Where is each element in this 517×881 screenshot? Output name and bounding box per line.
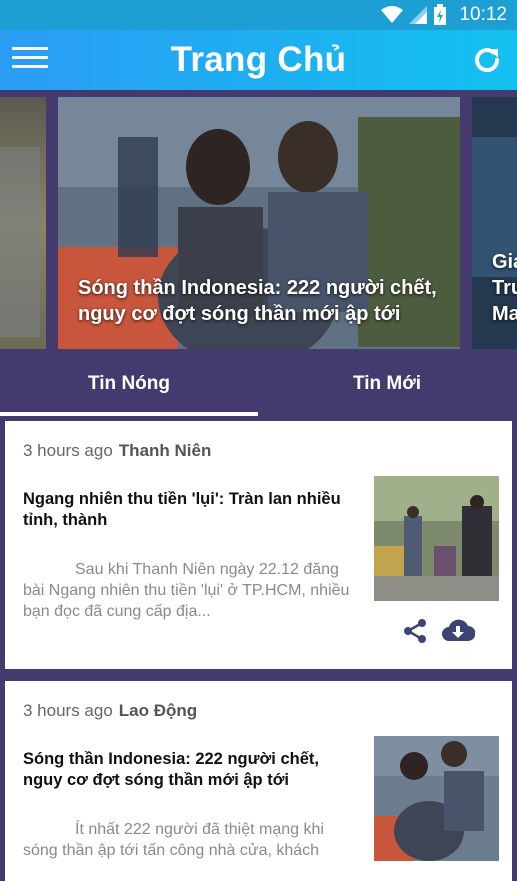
article-time: 3 hours ago — [23, 441, 113, 460]
tab-hot-news[interactable]: Tin Nóng — [0, 356, 258, 416]
status-icons: 10:12 — [381, 0, 507, 30]
battery-charging-icon — [434, 4, 447, 25]
status-bar: 10:12 — [0, 0, 517, 30]
article-summary: Ít nhất 222 người đã thiệt mạng khi sóng… — [23, 821, 324, 859]
article-meta: 3 hours ago Lao Động — [23, 701, 197, 721]
slide-caption: Sóng thần Indonesia: 222 người chết, ngu… — [78, 277, 437, 325]
article-thumbnail-image — [374, 476, 499, 601]
signal-icon — [409, 6, 428, 24]
article-card[interactable]: 3 hours ago Thanh Niên Ngang nhiên thu ti… — [5, 421, 512, 669]
tab-latest-news[interactable]: Tin Mới — [258, 356, 516, 416]
article-meta: 3 hours ago Thanh Niên — [23, 441, 211, 461]
article-title[interactable]: Ngang nhiên thu tiền 'lụi': Tràn lan nhi… — [23, 489, 348, 531]
status-clock: 10:12 — [459, 4, 507, 25]
refresh-icon — [475, 48, 500, 73]
active-tab-indicator — [0, 412, 258, 416]
carousel-slide-previous[interactable] — [0, 97, 46, 349]
article-summary: Sau khi Thanh Niên ngày 22.12 đăng bài N… — [23, 561, 350, 620]
carousel-slide-current[interactable]: Sóng thần Indonesia: 222 người chết, ngu… — [58, 97, 460, 349]
cloud-download-icon — [442, 619, 476, 641]
article-card[interactable]: 3 hours ago Lao Động Sóng thần Indonesia:… — [5, 681, 512, 881]
download-button[interactable] — [441, 617, 476, 645]
page-title: Trang Chủ — [170, 40, 347, 79]
share-button[interactable] — [401, 617, 429, 645]
app-bar: Trang Chủ — [0, 30, 517, 90]
article-thumbnail-image — [374, 736, 499, 861]
wifi-icon — [381, 6, 404, 23]
article-source: Lao Động — [118, 701, 198, 720]
refresh-button[interactable] — [471, 44, 503, 76]
article-source: Thanh Niên — [118, 441, 212, 460]
article-thumbnail[interactable] — [374, 476, 499, 601]
featured-carousel[interactable]: Sóng thần Indonesia: 222 người chết, ngu… — [0, 97, 517, 352]
article-time: 3 hours ago — [23, 701, 113, 720]
share-icon — [404, 619, 426, 643]
article-thumbnail[interactable] — [374, 736, 499, 861]
slide-caption: Giá Trư Ma — [492, 251, 517, 325]
tab-bar: Tin Nóng Tin Mới — [0, 356, 517, 416]
article-title[interactable]: Sóng thần Indonesia: 222 người chết, ngu… — [23, 749, 348, 791]
slide-image — [0, 147, 40, 337]
carousel-slide-next[interactable]: Giá Trư Ma — [472, 97, 517, 349]
